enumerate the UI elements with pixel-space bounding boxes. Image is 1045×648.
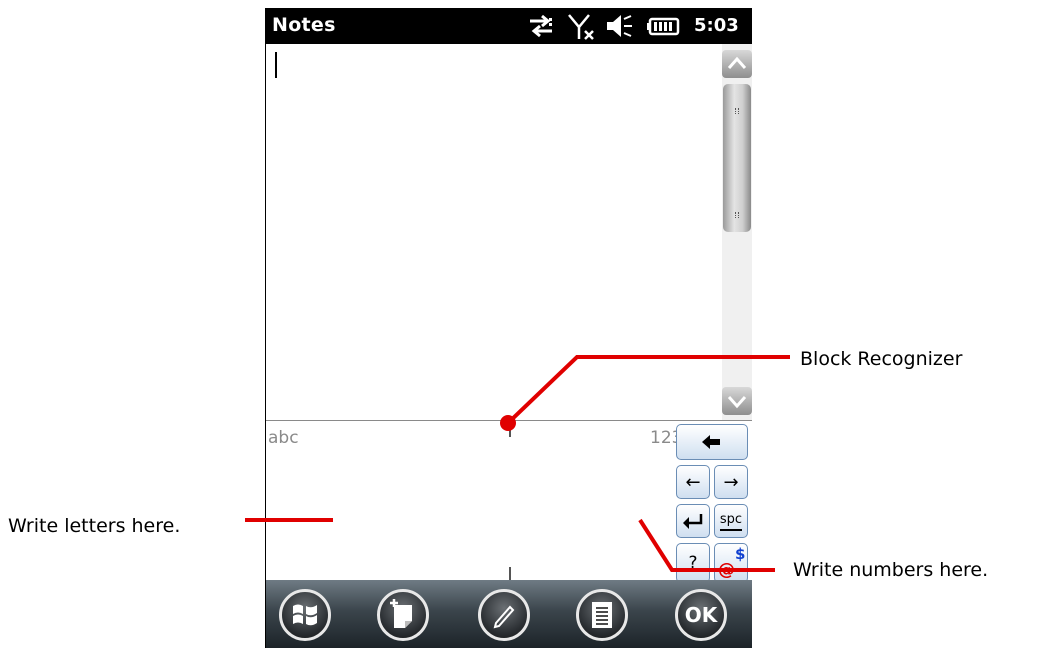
ok-button-label: OK: [684, 603, 718, 627]
enter-icon: [683, 514, 703, 529]
block-recognizer-panel[interactable]: abc 123 ← → spc ? @ $: [266, 420, 752, 583]
device-screen: Notes 5:03 abc 123 ← → spc ? @ $ OK: [265, 8, 752, 648]
at-sign-label: @: [718, 560, 735, 580]
zone-divider-top: [509, 421, 511, 437]
enter-key[interactable]: [676, 504, 710, 538]
zone-divider-bottom: [509, 567, 511, 581]
vertical-scrollbar[interactable]: [722, 44, 752, 420]
scroll-down-button[interactable]: [722, 387, 752, 415]
pen-icon: [493, 605, 515, 629]
new-note-icon: [390, 599, 412, 628]
menu-button[interactable]: [576, 589, 628, 641]
no-signal-icon: [568, 14, 594, 40]
menu-list-icon: [592, 602, 612, 628]
question-mark-label: ?: [688, 553, 698, 573]
speaker-icon: [607, 15, 632, 37]
app-title: Notes: [272, 14, 336, 36]
grip-icon: [735, 212, 739, 218]
scroll-thumb[interactable]: [723, 84, 751, 232]
write-numbers-callout: Write numbers here.: [793, 559, 989, 581]
recognizer-keypad: ← → spc ? @ $: [676, 424, 752, 583]
space-key-label: spc: [719, 511, 743, 527]
scroll-up-button[interactable]: [722, 50, 752, 78]
space-underline: [720, 528, 742, 531]
text-cursor: [275, 52, 277, 78]
chevron-up-icon: [727, 56, 747, 69]
right-arrow-key[interactable]: →: [714, 465, 748, 499]
clock: 5:03: [694, 15, 739, 36]
left-arrow-key[interactable]: ←: [676, 465, 710, 499]
chevron-down-icon: [727, 396, 747, 409]
letters-zone-label: abc: [268, 428, 299, 448]
windows-start-icon: [293, 604, 317, 626]
note-text-area[interactable]: [266, 44, 722, 420]
grip-icon: [735, 108, 739, 114]
start-button[interactable]: [279, 589, 331, 641]
pen-input-button[interactable]: [478, 589, 530, 641]
new-note-button[interactable]: [377, 589, 429, 641]
symbols-key[interactable]: @ $: [714, 543, 748, 583]
bottom-toolbar: OK: [266, 580, 752, 648]
backspace-key[interactable]: [676, 424, 748, 460]
left-arrow-icon: ←: [685, 471, 701, 493]
backspace-icon: [702, 435, 720, 449]
status-bar: Notes 5:03: [266, 8, 752, 44]
space-key[interactable]: spc: [714, 504, 748, 538]
battery-icon: [647, 17, 680, 36]
right-arrow-icon: →: [723, 471, 739, 493]
write-letters-callout: Write letters here.: [8, 515, 181, 537]
block-recognizer-callout: Block Recognizer: [800, 348, 963, 370]
ok-button[interactable]: OK: [675, 589, 727, 641]
dollar-sign-label: $: [735, 545, 746, 563]
sync-arrows-icon: [530, 14, 552, 38]
punctuation-key[interactable]: ?: [676, 543, 710, 583]
